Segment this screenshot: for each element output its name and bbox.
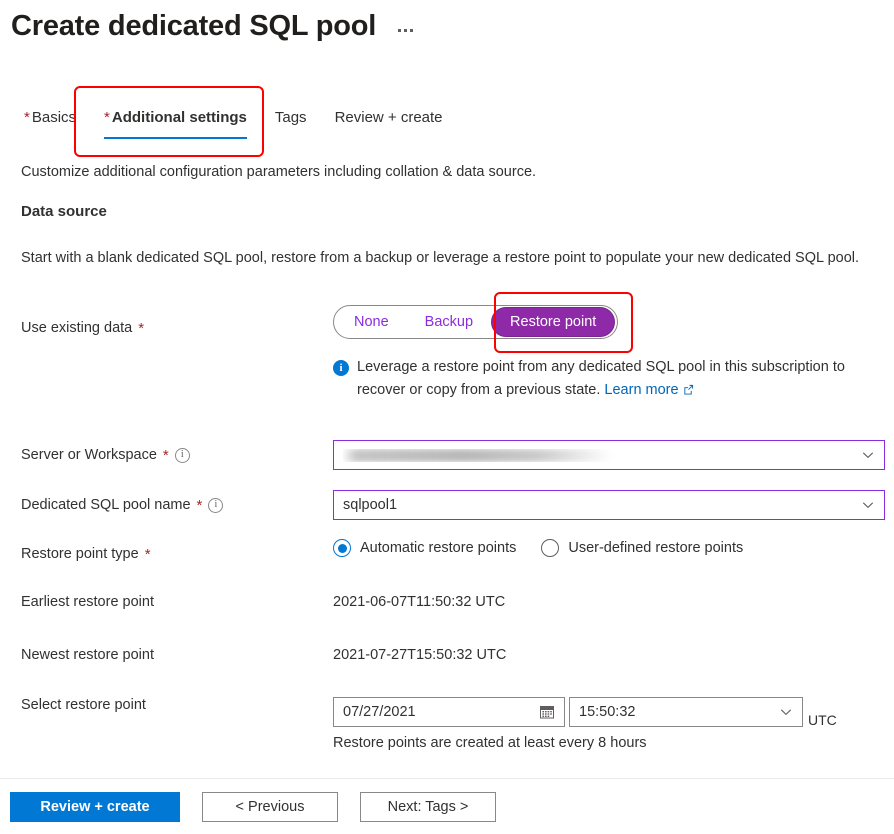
tab-review-create-label: Review + create <box>334 109 443 126</box>
tab-tags[interactable]: Tags <box>261 108 321 139</box>
tab-basics-label: Basics <box>31 109 77 126</box>
footer-divider <box>0 778 894 779</box>
required-marker: * <box>138 319 145 337</box>
learn-more-link[interactable]: Learn more <box>604 382 678 398</box>
label-server-or-workspace: Server or Workspace * i <box>21 447 190 463</box>
restore-point-timezone: UTC <box>808 712 837 728</box>
tab-tags-label: Tags <box>274 109 307 126</box>
restore-point-date-value: 07/27/2021 <box>343 704 416 720</box>
pool-name-value: sqlpool1 <box>343 497 398 513</box>
required-marker: * <box>162 446 169 464</box>
chevron-down-icon <box>862 499 874 511</box>
radio-user-defined-restore-points-label: User-defined restore points <box>568 540 744 556</box>
calendar-icon[interactable] <box>540 705 554 719</box>
label-newest-restore-point-text: Newest restore point <box>21 647 154 663</box>
label-restore-point-type: Restore point type * <box>21 546 151 562</box>
label-select-restore-point-text: Select restore point <box>21 697 146 713</box>
more-options-icon[interactable] <box>398 11 414 41</box>
label-select-restore-point: Select restore point <box>21 697 146 713</box>
radio-dot <box>541 539 560 557</box>
external-link-icon <box>683 380 694 395</box>
review-create-button[interactable]: Review + create <box>10 792 180 822</box>
create-dedicated-sql-pool-page: Create dedicated SQL pool * Basics * Addit… <box>0 0 894 834</box>
info-icon: i <box>333 360 349 376</box>
label-use-existing-data: Use existing data * <box>21 320 144 336</box>
restore-point-info-callout: i Leverage a restore point from any dedi… <box>333 356 894 402</box>
info-icon-pool-name[interactable]: i <box>208 497 224 513</box>
tab-additional-settings-required: * <box>104 109 110 126</box>
required-marker: * <box>196 496 203 514</box>
choice-none[interactable]: None <box>336 307 407 337</box>
dot-2 <box>404 29 408 32</box>
callout-body: Leverage a restore point from any dedica… <box>357 356 894 402</box>
next-tags-button[interactable]: Next: Tags > <box>360 792 496 822</box>
tab-active-underline <box>104 137 247 139</box>
tab-additional-settings[interactable]: * Additional settings <box>90 108 261 139</box>
restore-point-type-radio-group: Automatic restore points User-defined re… <box>333 539 743 557</box>
label-restore-point-type-text: Restore point type <box>21 546 139 562</box>
restore-point-date-input[interactable]: 07/27/2021 <box>333 697 565 727</box>
chevron-down-icon <box>862 449 874 461</box>
use-existing-data-choice-group: None Backup Restore point <box>333 305 619 339</box>
label-server-or-workspace-text: Server or Workspace <box>21 447 157 463</box>
dot-3 <box>410 29 414 32</box>
label-pool-name: Dedicated SQL pool name * i <box>21 496 224 514</box>
previous-button[interactable]: < Previous <box>202 792 338 822</box>
page-header: Create dedicated SQL pool <box>11 7 414 45</box>
radio-dot-selected <box>333 539 351 557</box>
label-earliest-restore-point-text: Earliest restore point <box>21 594 154 610</box>
wizard-tabs: * Basics * Additional settings Tags Review… <box>10 108 457 139</box>
info-icon-server-or-workspace[interactable]: i <box>174 447 190 463</box>
redacted-value <box>343 448 613 462</box>
restore-point-hint: Restore points are created at least ever… <box>333 735 647 751</box>
tab-review-create[interactable]: Review + create <box>321 108 457 139</box>
radio-automatic-restore-points[interactable]: Automatic restore points <box>333 539 516 557</box>
dot-1 <box>398 29 402 32</box>
required-marker: * <box>144 545 151 563</box>
restore-point-time-dropdown[interactable]: 15:50:32 <box>569 697 803 727</box>
restore-point-time-value: 15:50:32 <box>579 704 636 720</box>
callout-text: Leverage a restore point from any dedica… <box>357 359 845 398</box>
choice-restore-point[interactable]: Restore point <box>491 307 616 337</box>
label-pool-name-text: Dedicated SQL pool name <box>21 497 191 513</box>
footer-actions: Review + create < Previous Next: Tags > <box>10 792 496 822</box>
label-newest-restore-point: Newest restore point <box>21 647 154 663</box>
choice-backup[interactable]: Backup <box>407 307 491 337</box>
section-description-data-source: Start with a blank dedicated SQL pool, r… <box>21 250 860 266</box>
label-use-existing-data-text: Use existing data <box>21 320 133 336</box>
server-or-workspace-value <box>343 448 862 462</box>
pool-name-dropdown[interactable]: sqlpool1 <box>333 490 885 520</box>
page-title: Create dedicated SQL pool <box>11 10 377 42</box>
chevron-down-icon <box>780 706 792 718</box>
tab-basics-required: * <box>24 109 30 126</box>
section-heading-data-source: Data source <box>21 203 107 220</box>
value-newest-restore-point: 2021-07-27T15:50:32 UTC <box>333 647 507 663</box>
label-earliest-restore-point: Earliest restore point <box>21 594 154 610</box>
tab-additional-settings-label: Additional settings <box>111 109 247 126</box>
radio-user-defined-restore-points[interactable]: User-defined restore points <box>541 539 743 557</box>
page-subtitle: Customize additional configuration param… <box>21 164 537 180</box>
radio-automatic-restore-points-label: Automatic restore points <box>360 540 517 556</box>
tab-basics[interactable]: * Basics <box>10 108 90 139</box>
value-earliest-restore-point: 2021-06-07T11:50:32 UTC <box>333 594 506 610</box>
server-or-workspace-dropdown[interactable] <box>333 440 885 470</box>
